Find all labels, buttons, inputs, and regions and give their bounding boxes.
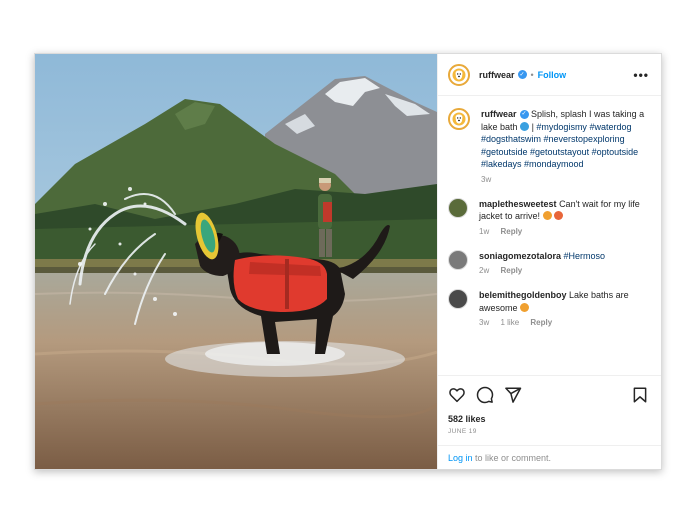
instagram-post-card: ruffwear ✓ • Follow ••• ruffwear ✓ Splis… xyxy=(34,53,662,470)
comment-time: 2w xyxy=(479,266,490,275)
caption-username[interactable]: ruffwear xyxy=(481,109,517,119)
dot-separator: • xyxy=(530,69,534,80)
comment-item: maplethesweetest Can't wait for my life … xyxy=(448,197,649,236)
comment-item: belemithegoldenboy Lake baths are awesom… xyxy=(448,289,649,327)
ruffwear-avatar[interactable] xyxy=(448,108,470,130)
orange-heart-emoji-icon xyxy=(554,211,564,220)
comment-text[interactable]: #Hermoso xyxy=(564,251,606,261)
reply-button[interactable]: Reply xyxy=(500,266,522,275)
maplethesweetest-avatar[interactable] xyxy=(448,197,468,218)
more-icon[interactable]: ••• xyxy=(633,68,649,82)
dog-logo-icon xyxy=(452,68,466,81)
comment-item: soniagomezotalora #Hermoso 2w Reply xyxy=(448,249,649,275)
heart-eyes-emoji-icon xyxy=(542,211,552,220)
soniagomezotalora-avatar[interactable] xyxy=(448,249,468,270)
reply-button[interactable]: Reply xyxy=(530,318,552,327)
login-prompt-text: to like or comment. xyxy=(472,452,552,463)
post-side-panel: ruffwear ✓ • Follow ••• ruffwear ✓ Splis… xyxy=(437,54,661,469)
likes-count[interactable]: 582 likes xyxy=(448,414,649,424)
comment-time: 3w xyxy=(479,318,490,327)
bookmark-icon[interactable] xyxy=(631,386,649,404)
comment-username[interactable]: maplethesweetest xyxy=(479,199,557,209)
post-date: JUNE 19 xyxy=(448,428,477,435)
comments-list: ruffwear ✓ Splish, splash I was taking a … xyxy=(438,96,661,375)
comment-username[interactable]: soniagomezotalora xyxy=(479,251,561,261)
caption-time: 3w xyxy=(481,174,492,184)
login-link[interactable]: Log in xyxy=(448,453,473,463)
belemithegoldenboy-avatar[interactable] xyxy=(448,289,468,309)
share-icon[interactable] xyxy=(504,386,522,404)
dog-lake-photo xyxy=(35,54,437,469)
caption-pipe: | xyxy=(531,121,534,132)
follow-button[interactable]: Follow xyxy=(538,70,567,80)
comment-time: 1w xyxy=(479,226,490,236)
reply-button[interactable]: Reply xyxy=(500,227,522,236)
caption: ruffwear ✓ Splish, splash I was taking a … xyxy=(448,108,649,184)
comment-username[interactable]: belemithegoldenboy xyxy=(479,290,567,300)
post-actions: 582 likes JUNE 19 xyxy=(438,375,661,435)
action-icons xyxy=(448,384,649,406)
comment-icon[interactable] xyxy=(476,386,494,404)
post-username[interactable]: ruffwear xyxy=(479,70,515,80)
comment-likes[interactable]: 1 like xyxy=(500,318,519,327)
verified-icon: ✓ xyxy=(519,110,529,120)
dog-logo-icon xyxy=(452,112,466,126)
heart-eyes-emoji-icon xyxy=(520,302,530,312)
post-photo[interactable] xyxy=(35,54,437,469)
verified-icon: ✓ xyxy=(517,70,527,79)
dog-emoji-icon xyxy=(520,121,530,131)
ruffwear-avatar[interactable] xyxy=(448,63,470,86)
login-prompt: Log in to like or comment. xyxy=(438,445,661,469)
heart-icon[interactable] xyxy=(448,386,466,404)
post-header: ruffwear ✓ • Follow ••• xyxy=(438,54,661,96)
